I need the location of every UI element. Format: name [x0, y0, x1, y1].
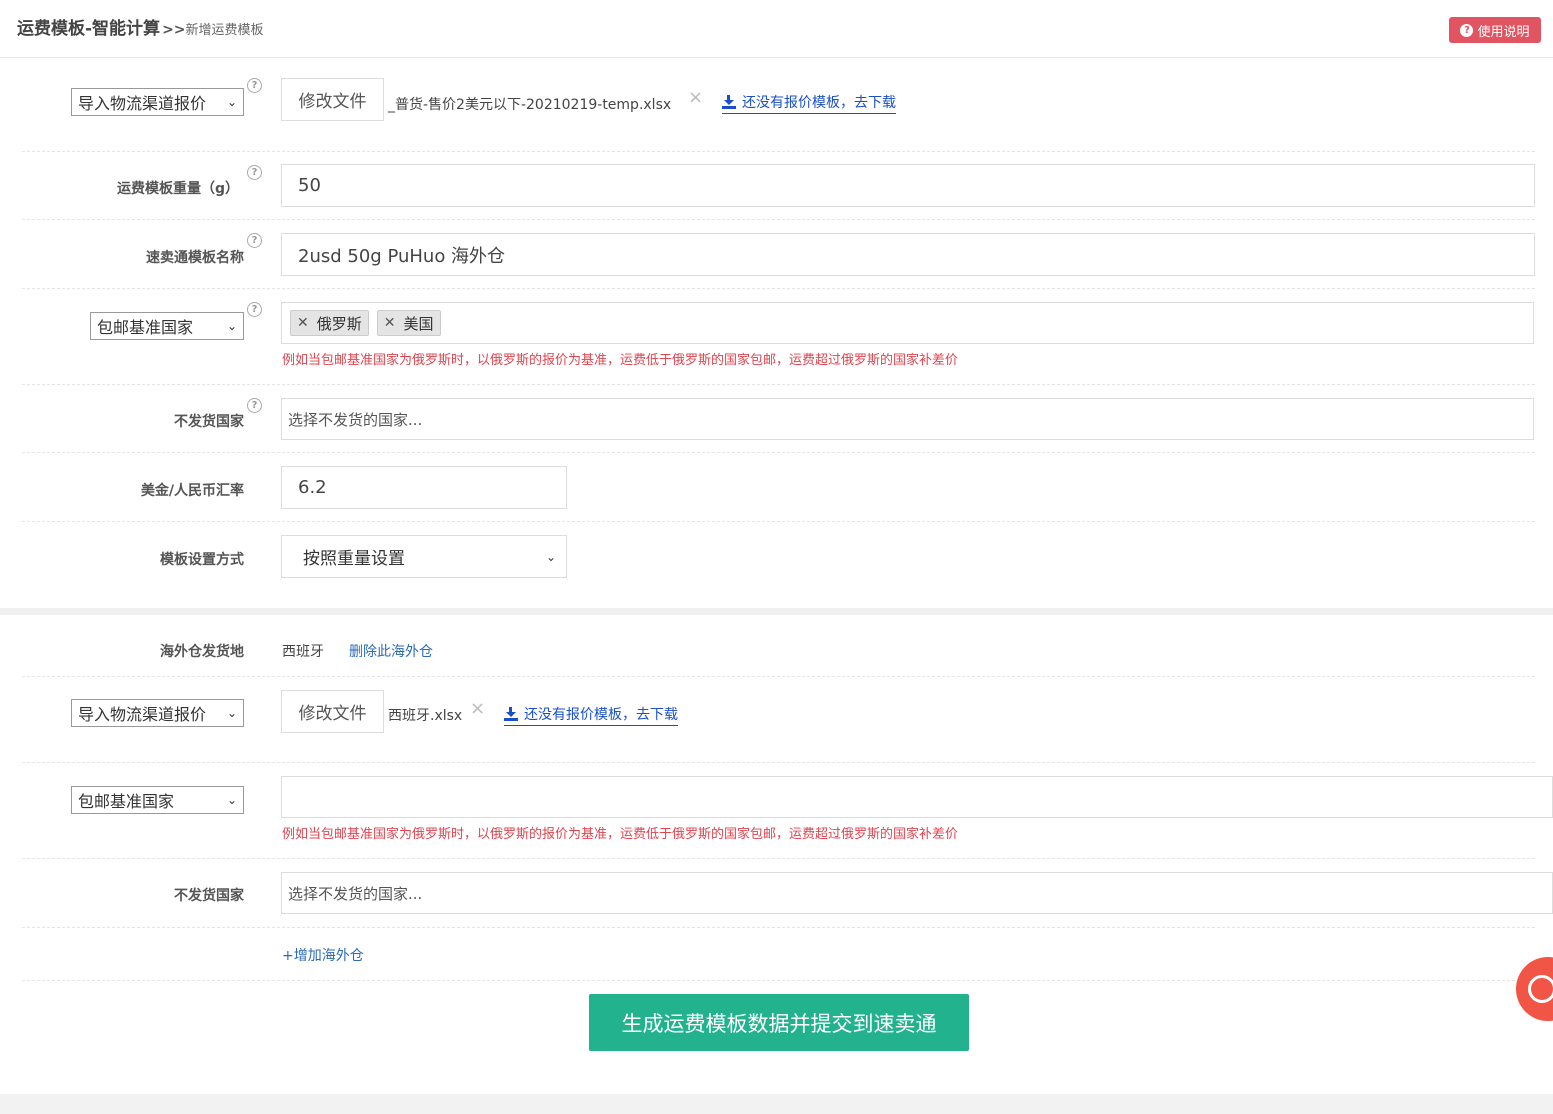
mode-select[interactable]: 按照重量设置 ⌄: [281, 535, 567, 578]
base-country-tags[interactable]: ✕ 俄罗斯 ✕ 美国: [281, 302, 1534, 344]
question-icon[interactable]: ?: [247, 78, 262, 93]
mode-select-value: 按照重量设置: [303, 549, 405, 569]
base-country-hint: 例如当包邮基准国家为俄罗斯时，以俄罗斯的报价为基准，运费低于俄罗斯的国家包邮，运…: [282, 827, 959, 842]
breadcrumb-separator: >>: [162, 22, 186, 38]
divider: [22, 219, 1535, 220]
base-country-select-value: 包邮基准国家: [78, 792, 175, 811]
no-ship-input[interactable]: 选择不发货的国家...: [281, 872, 1553, 914]
question-icon[interactable]: ?: [247, 302, 262, 317]
divider: [22, 452, 1535, 453]
tag-close-icon[interactable]: ✕: [297, 315, 309, 331]
base-country-select[interactable]: 包邮基准国家 ⌄: [71, 786, 244, 814]
base-country-select-value: 包邮基准国家: [97, 318, 194, 337]
download-template-link-label: 还没有报价模板，去下载: [524, 707, 678, 723]
download-template-link[interactable]: 还没有报价模板，去下载: [504, 704, 678, 726]
chevron-down-icon: ⌄: [226, 95, 237, 109]
no-ship-input[interactable]: 选择不发货的国家...: [281, 398, 1534, 440]
download-template-link[interactable]: 还没有报价模板，去下载: [722, 92, 896, 114]
tag-label: 俄罗斯: [316, 314, 362, 333]
tag-label: 美国: [403, 314, 434, 333]
divider: [22, 384, 1535, 385]
add-warehouse-link[interactable]: +增加海外仓: [282, 945, 364, 965]
question-icon[interactable]: ?: [247, 233, 262, 248]
tag-close-icon[interactable]: ✕: [384, 315, 396, 331]
help-label: 使用说明: [1477, 24, 1530, 40]
divider: [22, 762, 1535, 763]
rate-label: 美金/人民币汇率: [140, 483, 244, 499]
import-channel-select-value: 导入物流渠道报价: [78, 94, 207, 113]
base-country-hint: 例如当包邮基准国家为俄罗斯时，以俄罗斯的报价为基准，运费低于俄罗斯的国家包邮，运…: [282, 353, 959, 368]
mode-label: 模板设置方式: [160, 552, 244, 568]
base-country-tags[interactable]: [281, 776, 1553, 818]
tag-country: ✕ 美国: [376, 310, 441, 336]
question-icon: ?: [1460, 23, 1474, 37]
no-ship-label: 不发货国家: [174, 414, 244, 430]
close-icon[interactable]: ×: [688, 87, 703, 108]
import-channel-select[interactable]: 导入物流渠道报价 ⌄: [71, 699, 244, 727]
customer-service-button[interactable]: [1516, 957, 1553, 1021]
modify-file-button[interactable]: 修改文件: [281, 78, 384, 121]
divider: [22, 676, 1535, 677]
template-name-input[interactable]: 2usd 50g PuHuo 海外仓: [281, 233, 1535, 276]
divider: [22, 980, 1535, 981]
divider: [22, 521, 1535, 522]
headset-icon: [1528, 975, 1553, 1003]
import-channel-select-value: 导入物流渠道报价: [78, 705, 207, 724]
modify-file-button[interactable]: 修改文件: [281, 690, 384, 733]
chevron-down-icon: ⌄: [226, 793, 237, 807]
warehouse-value: 西班牙: [282, 644, 324, 660]
question-icon[interactable]: ?: [247, 165, 262, 180]
base-country-select[interactable]: 包邮基准国家 ⌄: [90, 312, 244, 340]
breadcrumb-title[interactable]: 运费模板-智能计算: [17, 19, 160, 39]
delete-warehouse-link[interactable]: 删除此海外仓: [349, 641, 433, 661]
file-name: _普货-售价2美元以下-20210219-temp.xlsx: [388, 97, 672, 113]
weight-input[interactable]: 50: [281, 164, 1535, 207]
file-name: 西班牙.xlsx: [388, 708, 463, 724]
page-header: 运费模板-智能计算 >>新增运费模板 ? 使用说明: [0, 0, 1553, 58]
chevron-down-icon: ⌄: [545, 549, 556, 564]
warehouse-label: 海外仓发货地: [160, 644, 244, 660]
bottom-bar: [0, 1094, 1553, 1114]
template-name-label: 速卖通模板名称: [146, 250, 244, 266]
breadcrumb: 运费模板-智能计算 >>新增运费模板: [17, 14, 264, 39]
rate-input[interactable]: 6.2: [281, 466, 567, 509]
download-icon: [504, 707, 518, 721]
help-button[interactable]: ? 使用说明: [1449, 17, 1541, 43]
breadcrumb-current: 新增运费模板: [185, 23, 264, 38]
chevron-down-icon: ⌄: [226, 706, 237, 720]
weight-label: 运费模板重量（g）: [116, 181, 239, 197]
divider: [22, 288, 1535, 289]
divider: [22, 858, 1535, 859]
close-icon[interactable]: ×: [470, 698, 485, 719]
tag-country: ✕ 俄罗斯: [290, 310, 369, 336]
no-ship-label: 不发货国家: [174, 888, 244, 904]
divider: [22, 927, 1535, 928]
import-channel-select[interactable]: 导入物流渠道报价 ⌄: [71, 88, 244, 116]
download-icon: [722, 95, 736, 109]
divider: [22, 151, 1535, 152]
download-template-link-label: 还没有报价模板，去下载: [742, 95, 896, 111]
submit-button[interactable]: 生成运费模板数据并提交到速卖通: [589, 994, 969, 1051]
section-separator: [0, 608, 1553, 615]
question-icon[interactable]: ?: [247, 398, 262, 413]
chevron-down-icon: ⌄: [226, 319, 237, 333]
